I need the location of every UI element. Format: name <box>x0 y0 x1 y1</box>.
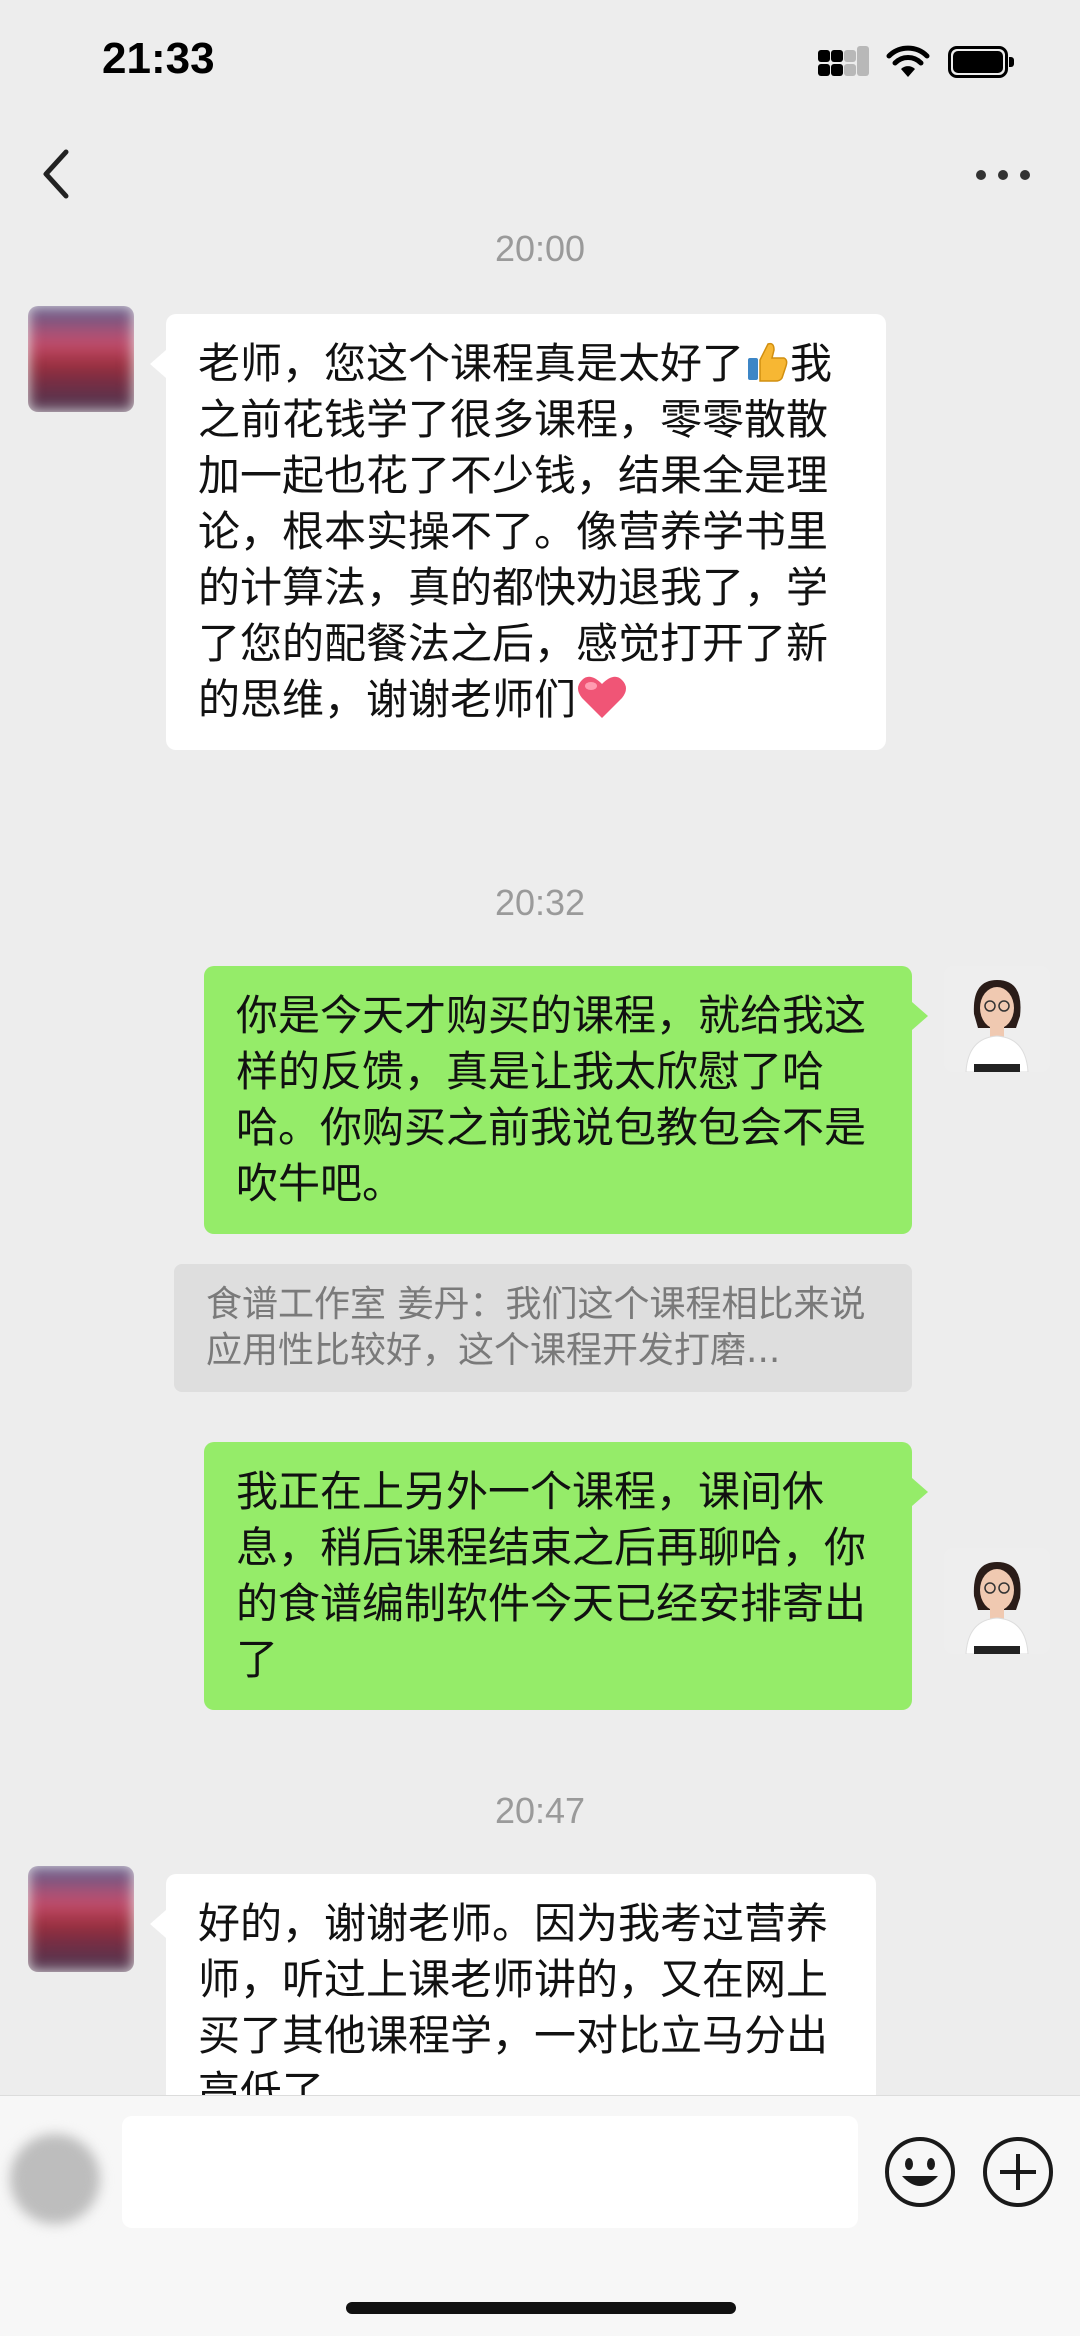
message-text: 你是今天才购买的课程，就给我这样的反馈，真是让我太欣慰了哈哈。你购买之前我说包教… <box>236 991 867 1208</box>
status-icons <box>818 42 1014 82</box>
cellular-signal-icon <box>818 46 869 78</box>
heart-emoji <box>578 676 627 718</box>
avatar-teacher[interactable] <box>944 1548 1050 1654</box>
plus-circle-icon[interactable] <box>980 2134 1056 2210</box>
message-text: 老师，您这个课程真是太好了 <box>198 339 745 388</box>
message-bubble-outgoing[interactable]: 我正在上另外一个课程，课间休息，稍后课程结束之后再聊哈，你的食谱编制软件今天已经… <box>204 1442 928 1710</box>
message-text: 我之前花钱学了很多课程，零零散散加一起也花了不少钱，结果全是理论，根本实操不了。… <box>198 339 833 724</box>
message-input[interactable] <box>122 2116 858 2228</box>
message-text: 好的，谢谢老师。因为我考过营养师，听过上课老师讲的，又在网上买了其他课程学，一对… <box>198 1899 829 2095</box>
avatar[interactable] <box>28 1866 134 1972</box>
message-bubble-incoming[interactable]: 好的，谢谢老师。因为我考过营养师，听过上课老师讲的，又在网上买了其他课程学，一对… <box>150 1874 876 2095</box>
avatar-portrait-icon <box>944 966 1050 1072</box>
message-bubble-incoming[interactable]: 老师，您这个课程真是太好了 我之前花钱学了很多课程，零零散散加一起也花了不少钱，… <box>150 314 886 750</box>
status-bar: 21:33 <box>0 0 1080 120</box>
wifi-icon <box>886 45 930 77</box>
home-indicator <box>346 2302 736 2314</box>
timestamp: 20:00 <box>494 228 586 269</box>
voice-button[interactable] <box>10 2134 100 2224</box>
quoted-message[interactable]: 食谱工作室 姜丹：我们这个课程相比来说应用性比较好，这个课程开发打磨... <box>174 1264 912 1392</box>
message-text: 我正在上另外一个课程，课间休息，稍后课程结束之后再聊哈，你的食谱编制软件今天已经… <box>236 1467 867 1684</box>
timestamp: 20:47 <box>494 1790 586 1831</box>
input-bar <box>0 2095 1080 2336</box>
ellipsis-icon[interactable] <box>976 170 1030 182</box>
battery-icon <box>948 46 1014 78</box>
avatar[interactable] <box>28 306 134 412</box>
timestamp: 20:32 <box>494 882 586 923</box>
chat-area[interactable]: 20:00 老师，您这个课程真是太好了 我之前花钱学了很多课程，零零散散加一起也… <box>0 228 1080 2095</box>
status-time: 21:33 <box>102 34 215 83</box>
smiley-icon[interactable] <box>882 2134 958 2210</box>
nav-bar <box>0 120 1080 228</box>
chevron-left-icon[interactable] <box>36 144 76 204</box>
chat-title <box>230 144 850 204</box>
thumbs-up-emoji <box>748 342 788 382</box>
message-bubble-outgoing[interactable]: 你是今天才购买的课程，就给我这样的反馈，真是让我太欣慰了哈哈。你购买之前我说包教… <box>204 966 928 1234</box>
avatar-teacher[interactable] <box>944 966 1050 1072</box>
avatar-portrait-icon <box>944 1548 1050 1654</box>
